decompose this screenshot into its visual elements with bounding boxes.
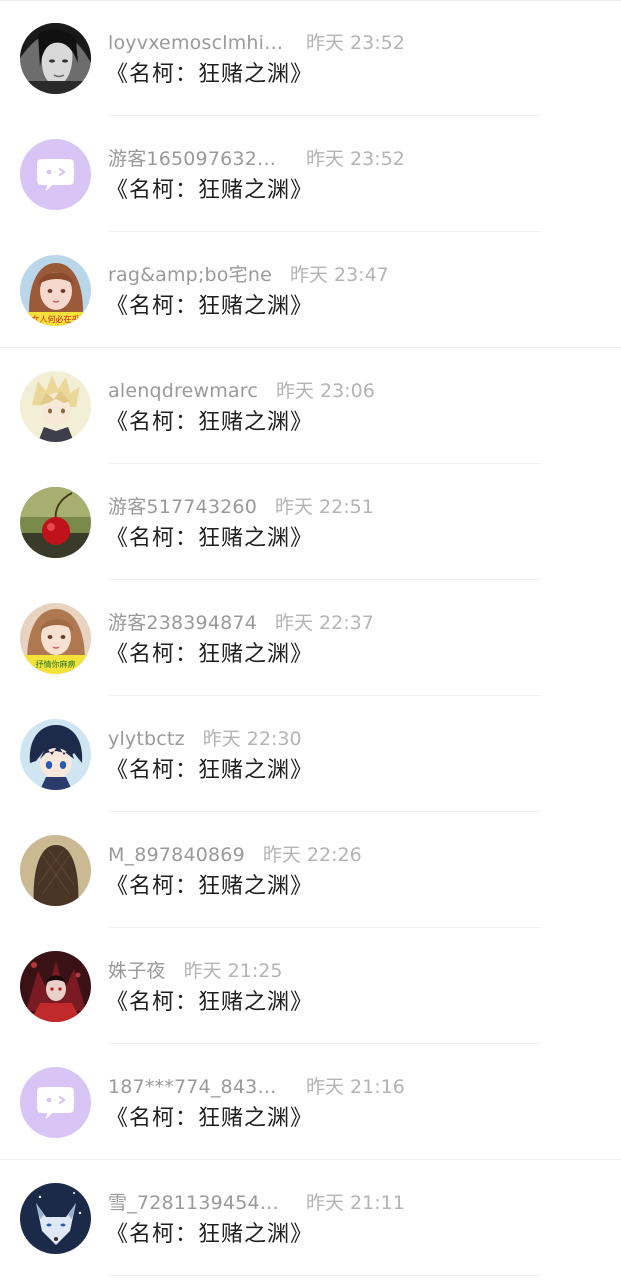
user-avatar[interactable] <box>20 487 91 558</box>
user-avatar[interactable] <box>20 719 91 790</box>
comment-meta: alenqdrewmarc 昨天 23:06 <box>108 378 375 404</box>
comment-text: 《名柯：狂赌之渊》 <box>106 874 314 899</box>
timestamp: 昨天 21:25 <box>183 960 283 982</box>
dark-anime-avatar-icon <box>20 951 91 1022</box>
comment-text: 《名柯：狂赌之渊》 <box>106 526 314 551</box>
comment-meta: 游客238394874 昨天 22:37 <box>108 610 374 636</box>
comment-item[interactable]: M_897840869 昨天 22:26 《名柯：狂赌之渊》 <box>0 812 621 928</box>
timestamp: 昨天 23:52 <box>306 32 405 54</box>
user-avatar[interactable] <box>20 139 91 210</box>
comment-text: 《名柯：狂赌之渊》 <box>106 1106 314 1131</box>
comment-text: 《名柯：狂赌之渊》 <box>106 642 314 667</box>
timestamp: 昨天 22:26 <box>262 844 362 866</box>
cherry-avatar-icon <box>20 487 91 558</box>
comment-list: loyvxemosclmhino 昨天 23:52 《名柯：狂赌之渊》 游客165… <box>0 0 621 1276</box>
user-avatar[interactable] <box>20 835 91 906</box>
comment-item[interactable]: 抒情你麻痹 游客238394874 昨天 22:37 《名柯：狂赌之渊》 <box>0 580 621 696</box>
username[interactable]: 游客238394874 <box>108 610 257 636</box>
anime-girl-avatar-icon: 女人何必在乎 <box>20 255 91 326</box>
comment-meta: rag&amp;bo宅ne 昨天 23:47 <box>108 262 389 288</box>
comment-meta: ylytbctz 昨天 22:30 <box>108 726 302 752</box>
white-fox-avatar-icon <box>20 1183 91 1254</box>
comment-item[interactable]: alenqdrewmarc 昨天 23:06 《名柯：狂赌之渊》 <box>0 348 621 464</box>
timestamp: 昨天 22:37 <box>275 612 374 634</box>
comment-text: 《名柯：狂赌之渊》 <box>106 178 314 203</box>
comment-item[interactable]: 游客517743260 昨天 22:51 《名柯：狂赌之渊》 <box>0 464 621 580</box>
timestamp: 昨天 22:51 <box>275 496 374 518</box>
username[interactable]: alenqdrewmarc <box>108 378 258 404</box>
user-avatar[interactable] <box>20 1183 91 1254</box>
username[interactable]: 游客1650976323… <box>108 146 288 172</box>
long-hair-back-avatar-icon <box>20 835 91 906</box>
comment-text: 《名柯：狂赌之渊》 <box>106 410 314 435</box>
timestamp: 昨天 21:11 <box>306 1192 405 1214</box>
user-avatar[interactable]: 女人何必在乎 <box>20 255 91 326</box>
comment-text: 《名柯：狂赌之渊》 <box>106 1222 314 1247</box>
timestamp: 昨天 23:47 <box>289 264 389 286</box>
default-chat-avatar-icon <box>20 139 91 210</box>
user-avatar[interactable] <box>20 951 91 1022</box>
user-avatar[interactable] <box>20 23 91 94</box>
anime-boy-avatar-icon <box>20 371 91 442</box>
photo-bw-girl-avatar-icon <box>20 23 91 94</box>
comment-meta: 187***774_84371… 昨天 21:16 <box>108 1074 405 1100</box>
comment-meta: 游客1650976323… 昨天 23:52 <box>108 146 405 172</box>
comment-meta: loyvxemosclmhino 昨天 23:52 <box>108 30 405 56</box>
avatar-caption: 抒情你麻痹 <box>36 659 76 669</box>
default-chat-avatar-icon <box>20 1067 91 1138</box>
username[interactable]: M_897840869 <box>108 842 245 868</box>
chibi-boy-avatar-icon <box>20 719 91 790</box>
username[interactable]: loyvxemosclmhino <box>108 30 288 56</box>
user-avatar[interactable]: 抒情你麻痹 <box>20 603 91 674</box>
divider <box>108 1275 541 1276</box>
comment-text: 《名柯：狂赌之渊》 <box>106 62 314 87</box>
comment-text: 《名柯：狂赌之渊》 <box>106 990 314 1015</box>
comment-text: 《名柯：狂赌之渊》 <box>106 294 314 319</box>
comment-meta: 游客517743260 昨天 22:51 <box>108 494 374 520</box>
user-avatar[interactable] <box>20 1067 91 1138</box>
comment-item[interactable]: loyvxemosclmhino 昨天 23:52 《名柯：狂赌之渊》 <box>0 0 621 116</box>
username[interactable]: 游客517743260 <box>108 494 257 520</box>
comment-meta: 姝子夜 昨天 21:25 <box>108 958 282 984</box>
timestamp: 昨天 21:16 <box>306 1076 405 1098</box>
comment-item[interactable]: 游客1650976323… 昨天 23:52 《名柯：狂赌之渊》 <box>0 116 621 232</box>
username[interactable]: 姝子夜 <box>108 958 166 984</box>
username[interactable]: rag&amp;bo宅ne <box>108 262 272 288</box>
comment-item[interactable]: ylytbctz 昨天 22:30 《名柯：狂赌之渊》 <box>0 696 621 812</box>
timestamp: 昨天 23:52 <box>306 148 405 170</box>
username[interactable]: 雪_72811394542… <box>108 1190 288 1216</box>
comment-meta: M_897840869 昨天 22:26 <box>108 842 362 868</box>
comment-item[interactable]: 雪_72811394542… 昨天 21:11 《名柯：狂赌之渊》 <box>0 1160 621 1276</box>
username[interactable]: 187***774_84371… <box>108 1074 288 1100</box>
user-avatar[interactable] <box>20 371 91 442</box>
comment-item[interactable]: 女人何必在乎 rag&amp;bo宅ne 昨天 23:47 《名柯：狂赌之渊》 <box>0 232 621 348</box>
timestamp: 昨天 23:06 <box>276 380 375 402</box>
comment-item[interactable]: 187***774_84371… 昨天 21:16 《名柯：狂赌之渊》 <box>0 1044 621 1160</box>
anime-girl-avatar-icon: 抒情你麻痹 <box>20 603 91 674</box>
avatar-caption: 女人何必在乎 <box>32 314 80 324</box>
comment-meta: 雪_72811394542… 昨天 21:11 <box>108 1190 405 1216</box>
comment-item[interactable]: 姝子夜 昨天 21:25 《名柯：狂赌之渊》 <box>0 928 621 1044</box>
timestamp: 昨天 22:30 <box>202 728 302 750</box>
username[interactable]: ylytbctz <box>108 726 185 752</box>
comment-text: 《名柯：狂赌之渊》 <box>106 758 314 783</box>
